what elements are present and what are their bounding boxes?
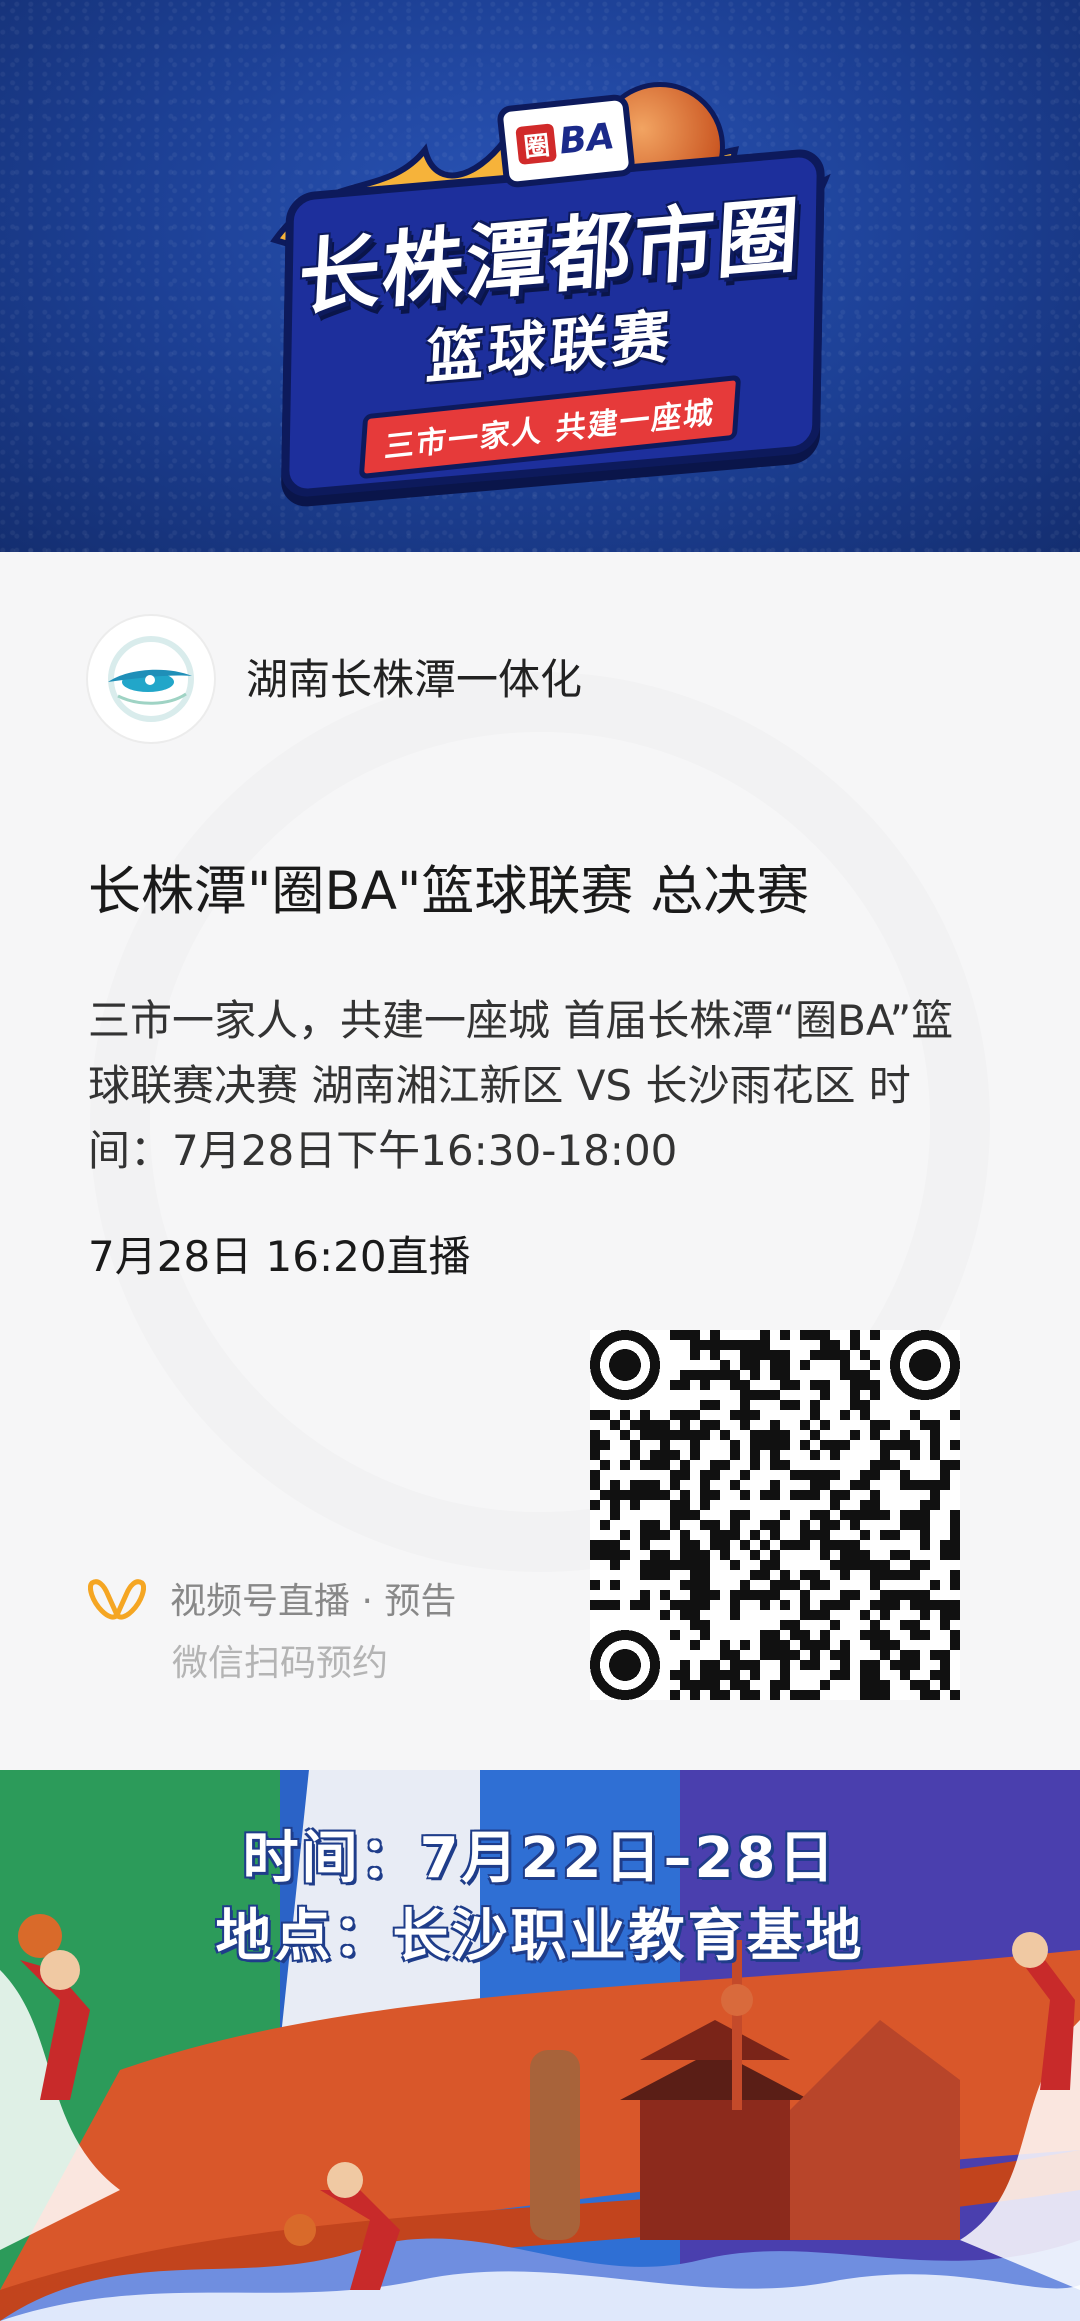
live-title: 长株潭"圈BA"篮球联赛 总决赛 [88,861,810,922]
event-time: 时间：7月22日–28日 [242,1826,838,1891]
top-banner: 圈 BA 长株潭都市圈 篮球联赛 三市一家人 共建一座城 [0,0,1080,552]
quan-ba-badge: 圈 BA [496,93,636,189]
live-reservation-card: 湖南长株潭一体化 长株潭"圈BA"篮球联赛 总决赛 三市一家人，共建一座城 首届… [0,552,1080,1770]
account-avatar[interactable] [88,616,214,742]
league-logo: 圈 BA 长株潭都市圈 篮球联赛 三市一家人 共建一座城 [265,60,835,500]
event-info: 时间：7月22日–28日 地点：长沙职业教育基地 [0,1820,1080,1976]
channels-row: 视频号直播 · 预告 [88,1572,456,1624]
wechat-channels-icon [88,1579,146,1620]
live-start-time: 7月28日 16:20直播 [88,1232,471,1281]
event-place: 地点：长沙职业教育基地 [215,1904,865,1969]
badge-quan-text: 圈 [515,123,558,165]
account-logo-icon [108,636,194,722]
scan-hint: 微信扫码预约 [172,1643,389,1684]
live-description: 三市一家人，共建一座城 首届长株潭“圈BA”篮球联赛决赛 湖南湘江新区 VS 长… [88,996,954,1175]
account-name[interactable]: 湖南长株潭一体化 [246,659,582,701]
channels-label: 视频号直播 · 预告 [170,1581,457,1622]
badge-ba-text: BA [557,115,617,163]
qr-code[interactable] [590,1330,960,1700]
bottom-banner: 时间：7月22日–28日 地点：长沙职业教育基地 [0,1770,1080,2321]
